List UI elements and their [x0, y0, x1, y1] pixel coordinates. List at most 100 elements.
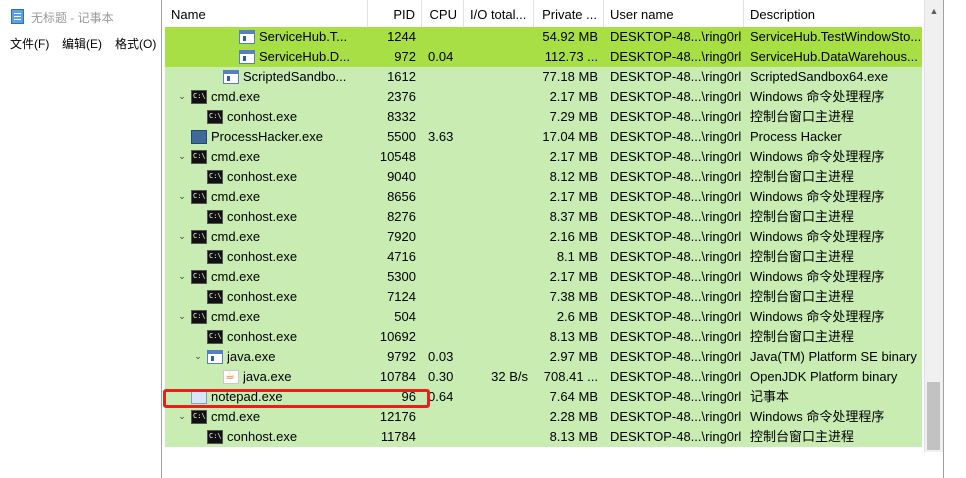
process-row[interactable]: java.exe 10784 0.30 32 B/s 708.41 ... DESKTOP… — [165, 367, 922, 387]
process-row[interactable]: ServiceHub.D... 972 0.04 112.73 ... DESKTOP-… — [165, 47, 922, 67]
process-row[interactable]: ⌄ cmd.exe 5300 2.17 MB DESKTOP-48...\ring0rl… — [165, 267, 922, 287]
process-row[interactable]: ⌄ cmd.exe 2376 2.17 MB DESKTOP-48...\ring0rl… — [165, 87, 922, 107]
process-private-bytes: 2.97 MB — [549, 349, 598, 364]
process-io — [464, 407, 528, 427]
process-description: ScriptedSandbox64.exe — [750, 69, 889, 84]
process-row[interactable]: conhost.exe 4716 8.1 MB DESKTOP-48...\ring0… — [165, 247, 922, 267]
expand-chevron-icon[interactable]: ⌄ — [177, 411, 187, 421]
process-pid: 7124 — [387, 289, 416, 304]
cmd-icon — [191, 230, 207, 244]
process-tree: ServiceHub.T... 1244 54.92 MB DESKTOP-48...… — [165, 27, 922, 447]
expand-chevron-icon[interactable]: ⌄ — [193, 351, 203, 361]
scrollbar-thumb[interactable] — [927, 382, 940, 450]
process-cpu — [428, 187, 464, 207]
process-row[interactable]: conhost.exe 7124 7.38 MB DESKTOP-48...\ring… — [165, 287, 922, 307]
process-io — [464, 187, 528, 207]
col-user-name[interactable]: User name — [604, 0, 744, 30]
process-user: DESKTOP-48...\ring0rl — [610, 29, 742, 44]
process-io — [464, 47, 528, 67]
process-row[interactable]: ⌄ cmd.exe 10548 2.17 MB DESKTOP-48...\ring0r… — [165, 147, 922, 167]
process-io — [464, 87, 528, 107]
process-row[interactable]: ⌄ cmd.exe 504 2.6 MB DESKTOP-48...\ring0rl Wi… — [165, 307, 922, 327]
window-icon — [239, 50, 255, 64]
process-row[interactable]: conhost.exe 9040 8.12 MB DESKTOP-48...\ring… — [165, 167, 922, 187]
menu-format[interactable]: 格式(O) — [115, 35, 156, 52]
scroll-up-icon[interactable]: ▲ — [925, 2, 943, 20]
col-name[interactable]: Name — [165, 0, 368, 30]
process-cpu — [428, 287, 464, 307]
expand-chevron-icon[interactable]: ⌄ — [177, 191, 187, 201]
process-private-bytes: 77.18 MB — [542, 69, 598, 84]
process-pid: 972 — [394, 49, 416, 64]
process-description: Windows 命令处理程序 — [750, 89, 885, 104]
process-private-bytes: 7.64 MB — [549, 389, 598, 404]
process-description: ServiceHub.TestWindowSto... — [750, 29, 922, 44]
menu-file[interactable]: 文件(F) — [10, 35, 49, 52]
process-name: cmd.exe — [211, 229, 261, 244]
col-io-total[interactable]: I/O total... — [464, 0, 534, 30]
process-row[interactable]: conhost.exe 8332 7.29 MB DESKTOP-48...\ring… — [165, 107, 922, 127]
process-row[interactable]: ⌄ cmd.exe 8656 2.17 MB DESKTOP-48...\ring0rl… — [165, 187, 922, 207]
col-description[interactable]: Description — [744, 0, 922, 30]
process-io — [464, 287, 528, 307]
process-row[interactable]: ⌄ java.exe 9792 0.03 2.97 MB DESKTOP-48...\ri… — [165, 347, 922, 367]
col-private-bytes[interactable]: Private ... — [534, 0, 604, 30]
process-description: 控制台窗口主进程 — [750, 249, 855, 264]
col-cpu[interactable]: CPU — [422, 0, 464, 30]
expand-chevron-icon[interactable]: ⌄ — [177, 311, 187, 321]
menu-edit[interactable]: 编辑(E) — [62, 35, 102, 52]
expand-chevron-icon[interactable]: ⌄ — [177, 231, 187, 241]
vertical-scrollbar[interactable]: ▲ — [924, 0, 943, 452]
cmd-icon — [191, 310, 207, 324]
process-row[interactable]: conhost.exe 11784 8.13 MB DESKTOP-48...\rin… — [165, 427, 922, 447]
process-pid: 8276 — [387, 209, 416, 224]
expand-chevron-icon[interactable]: ⌄ — [177, 91, 187, 101]
process-io — [464, 227, 528, 247]
process-pid: 9040 — [387, 169, 416, 184]
process-io — [464, 307, 528, 327]
process-description: 控制台窗口主进程 — [750, 329, 855, 344]
process-cpu — [428, 207, 464, 227]
process-cpu: 0.64 — [428, 389, 454, 404]
window-icon — [239, 30, 255, 44]
process-description: 控制台窗口主进程 — [750, 209, 855, 224]
process-io — [464, 147, 528, 167]
process-private-bytes: 2.17 MB — [549, 269, 598, 284]
process-row[interactable]: conhost.exe 10692 8.13 MB DESKTOP-48...\rin… — [165, 327, 922, 347]
process-pid: 5500 — [387, 129, 416, 144]
process-name: java.exe — [243, 369, 292, 384]
cmd-icon — [191, 190, 207, 204]
expand-chevron-icon[interactable]: ⌄ — [177, 151, 187, 161]
process-pid: 5300 — [387, 269, 416, 284]
processhacker-icon — [191, 130, 207, 144]
process-private-bytes: 2.28 MB — [549, 409, 598, 424]
cmd-icon — [207, 290, 223, 304]
process-user: DESKTOP-48...\ring0rl — [610, 429, 742, 444]
process-io — [464, 107, 528, 127]
process-cpu — [428, 147, 464, 167]
process-name: conhost.exe — [227, 109, 298, 124]
process-row[interactable]: ScriptedSandbo... 1612 77.18 MB DESKTOP-48.… — [165, 67, 922, 87]
process-description: Windows 命令处理程序 — [750, 229, 885, 244]
process-private-bytes: 7.38 MB — [549, 289, 598, 304]
process-row[interactable]: ⌄ cmd.exe 12176 2.28 MB DESKTOP-48...\ring0r… — [165, 407, 922, 427]
process-row[interactable]: conhost.exe 8276 8.37 MB DESKTOP-48...\ring… — [165, 207, 922, 227]
process-pid: 1244 — [387, 29, 416, 44]
process-description: 控制台窗口主进程 — [750, 289, 855, 304]
process-row[interactable]: ⌄ cmd.exe 7920 2.16 MB DESKTOP-48...\ring0rl… — [165, 227, 922, 247]
process-user: DESKTOP-48...\ring0rl — [610, 69, 742, 84]
cmd-icon — [207, 110, 223, 124]
process-pid: 11784 — [380, 429, 416, 444]
process-pid: 10548 — [379, 149, 416, 164]
process-user: DESKTOP-48...\ring0rl — [610, 189, 742, 204]
col-pid[interactable]: PID — [368, 0, 422, 30]
process-description: ServiceHub.DataWarehous... — [750, 49, 918, 64]
cmd-icon — [207, 210, 223, 224]
expand-chevron-icon[interactable]: ⌄ — [177, 271, 187, 281]
process-cpu — [428, 427, 464, 447]
process-private-bytes: 8.37 MB — [549, 209, 598, 224]
process-row[interactable]: ProcessHacker.exe 5500 3.63 17.04 MB DESKTOP… — [165, 127, 922, 147]
process-description: Windows 命令处理程序 — [750, 309, 885, 324]
process-name: cmd.exe — [211, 409, 261, 424]
process-row[interactable]: ServiceHub.T... 1244 54.92 MB DESKTOP-48...… — [165, 27, 922, 47]
